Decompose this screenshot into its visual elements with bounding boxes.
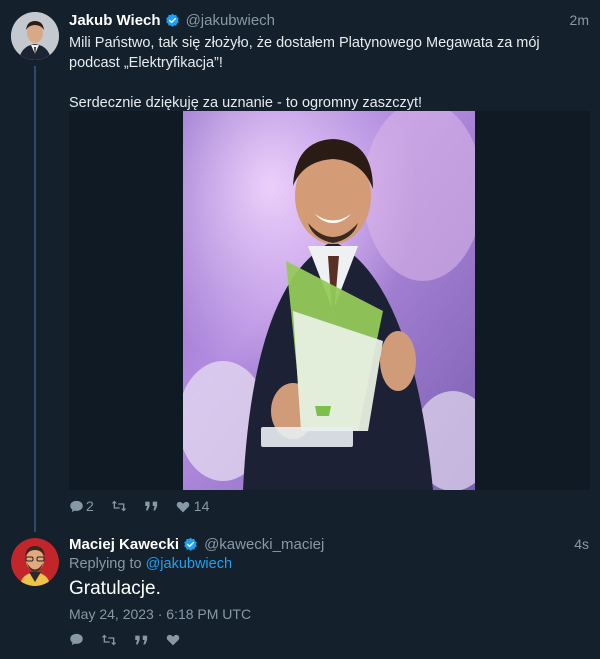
award-photo[interactable]: [183, 111, 475, 490]
replying-handle-link[interactable]: @jakubwiech: [146, 556, 232, 572]
verified-badge-icon: [165, 13, 179, 27]
reply-icon: [70, 500, 83, 512]
tweet-text: Gratulacje.: [69, 578, 161, 599]
quote-button[interactable]: [144, 500, 159, 512]
tweet-time[interactable]: 2m: [570, 12, 589, 28]
tweet-jakub-wiech[interactable]: Jakub Wiech @jakubwiech 2m Mili Państwo,…: [0, 0, 600, 532]
like-count: 14: [193, 498, 210, 514]
replying-to: Replying to @jakubwiech: [69, 556, 232, 572]
avatar[interactable]: [11, 12, 59, 60]
tweet-header: Jakub Wiech @jakubwiech: [69, 10, 275, 30]
retweet-button[interactable]: [111, 499, 127, 513]
tweet-actions: 2 14: [69, 498, 222, 514]
tweet-text-line: podcast „Elektryfikacja”!: [69, 55, 223, 71]
tweet-text-line: Serdecznie dziękuję za uznanie - to ogro…: [69, 95, 423, 111]
tweet-time[interactable]: 4s: [574, 536, 589, 552]
avatar[interactable]: [11, 538, 59, 586]
thread-connector: [34, 66, 36, 532]
quote-button[interactable]: [134, 634, 149, 646]
like-button[interactable]: [166, 633, 180, 646]
tweet-text-line: Mili Państwo, tak się złożyło, że dostał…: [69, 35, 540, 51]
verified-badge-icon: [184, 537, 197, 551]
replying-prefix: Replying to: [69, 556, 142, 572]
tweet-media[interactable]: [69, 111, 590, 490]
tweet-text: Mili Państwo, tak się złożyło, że dostał…: [69, 33, 589, 113]
quote-icon: [135, 635, 148, 644]
like-button[interactable]: 14: [176, 498, 210, 514]
retweet-button[interactable]: [101, 633, 117, 647]
retweet-icon: [101, 634, 117, 645]
author-handle[interactable]: @jakubwiech: [186, 12, 275, 29]
retweet-icon: [111, 500, 127, 512]
tweet-header: Maciej Kawecki @kawecki_maciej: [69, 534, 324, 554]
reply-count: 2: [86, 498, 94, 514]
quote-icon: [145, 501, 157, 511]
tweet-date[interactable]: May 24, 2023 · 6:18 PM UTC: [69, 606, 251, 622]
author-name[interactable]: Maciej Kawecki: [69, 536, 179, 553]
like-icon: [166, 634, 180, 646]
author-name[interactable]: Jakub Wiech: [69, 12, 161, 29]
tweet-actions: [69, 632, 193, 647]
reply-icon: [70, 633, 83, 646]
like-icon: [176, 501, 190, 512]
reply-button[interactable]: [69, 632, 84, 647]
author-handle[interactable]: @kawecki_maciej: [204, 536, 324, 553]
reply-button[interactable]: 2: [69, 498, 94, 514]
